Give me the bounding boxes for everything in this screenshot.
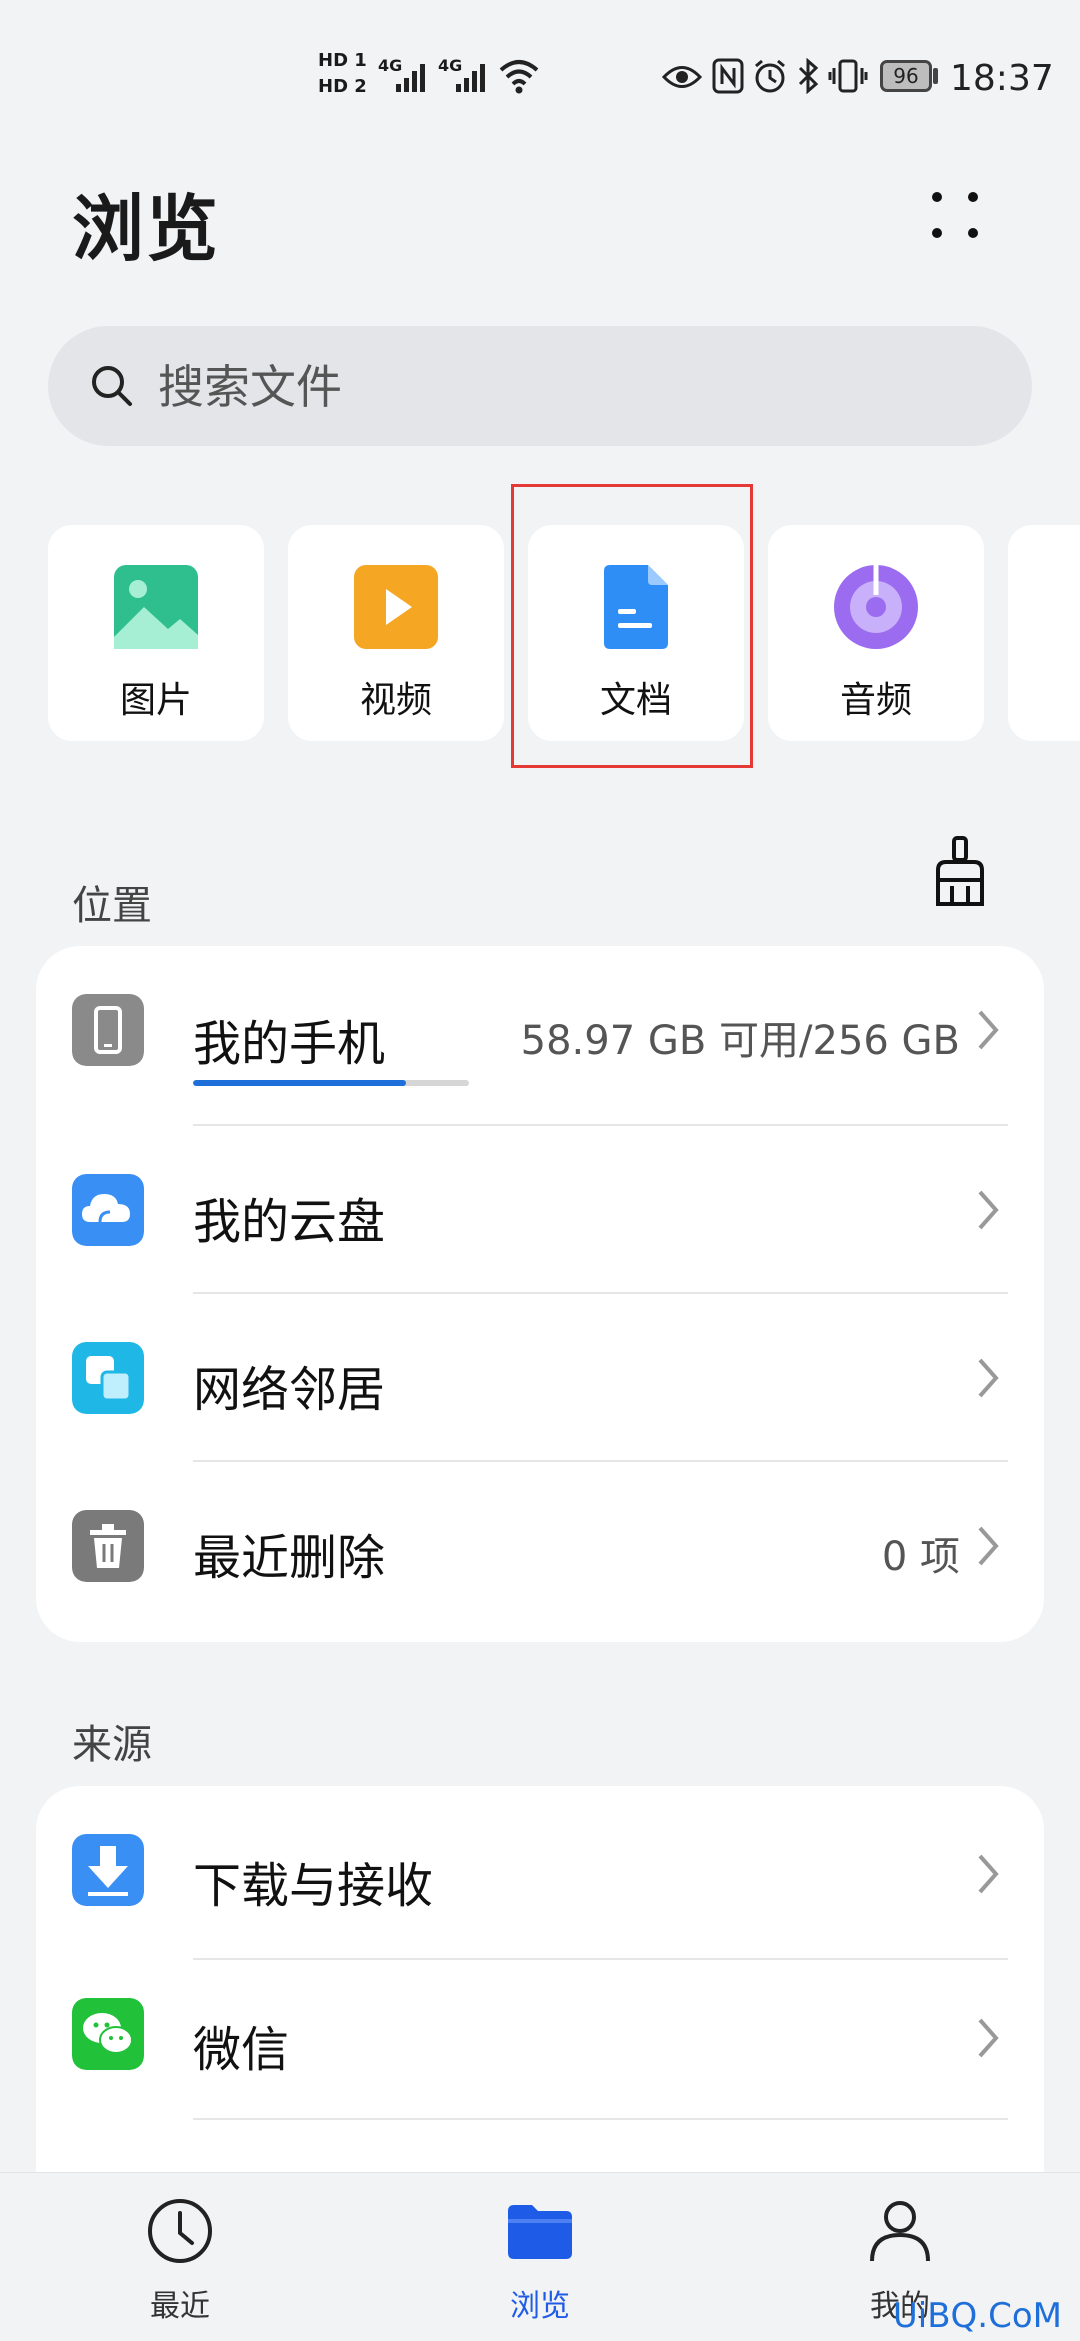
location-recently-deleted[interactable]: 最近删除 0 项 bbox=[36, 1462, 1044, 1630]
nav-browse[interactable]: 浏览 bbox=[420, 2173, 660, 2341]
person-icon bbox=[870, 2201, 930, 2262]
download-icon bbox=[72, 1834, 144, 1906]
bluetooth-icon bbox=[798, 58, 819, 94]
source-section-title: 来源 bbox=[72, 1722, 152, 1768]
search-icon bbox=[92, 366, 132, 406]
clock: 18:37 bbox=[950, 58, 1054, 99]
source-wechat[interactable]: 微信 bbox=[36, 1950, 1044, 2118]
video-icon bbox=[354, 565, 438, 649]
chevron-right-icon bbox=[978, 1190, 999, 1230]
category-label: 图片 bbox=[119, 680, 192, 721]
sim1-label: HD 1 bbox=[318, 50, 367, 71]
category-label: 文档 bbox=[599, 680, 672, 721]
storage-value: 58.97 GB 可用/256 GB bbox=[520, 1018, 960, 1064]
deleted-count: 0 项 bbox=[881, 1534, 960, 1580]
eye-icon bbox=[662, 66, 702, 88]
nav-label: 最近 bbox=[150, 2289, 210, 2324]
category-label: 音频 bbox=[839, 680, 912, 721]
location-section-title: 位置 bbox=[72, 883, 152, 929]
chevron-right-icon bbox=[978, 1854, 999, 1894]
broom-icon[interactable] bbox=[932, 836, 988, 908]
category-audio[interactable]: 音频 bbox=[768, 525, 984, 741]
category-images[interactable]: 图片 bbox=[48, 525, 264, 741]
search-input[interactable] bbox=[156, 356, 980, 418]
more-icon bbox=[932, 192, 942, 202]
status-bar: HD 1 HD 2 4G 4G 96 18:37 bbox=[0, 0, 1080, 150]
row-label: 网络邻居 bbox=[193, 1362, 386, 1418]
audio-icon bbox=[834, 565, 918, 649]
row-label: 我的手机 bbox=[193, 1016, 386, 1072]
image-icon bbox=[114, 565, 198, 649]
trash-icon bbox=[72, 1510, 144, 1582]
location-my-phone[interactable]: 我的手机 58.97 GB 可用/256 GB bbox=[36, 946, 1044, 1114]
location-card: 我的手机 58.97 GB 可用/256 GB 我的云盘 网络邻居 最近删除 0… bbox=[36, 946, 1044, 1642]
location-network-neighbors[interactable]: 网络邻居 bbox=[36, 1294, 1044, 1462]
wechat-icon bbox=[72, 1998, 144, 2070]
page-title: 浏览 bbox=[72, 187, 221, 271]
source-downloads[interactable]: 下载与接收 bbox=[36, 1786, 1044, 1954]
battery-level: 96 bbox=[893, 64, 919, 88]
row-label: 微信 bbox=[193, 2022, 290, 2078]
folder-icon bbox=[508, 2205, 572, 2259]
sim-indicators: HD 1 HD 2 bbox=[318, 48, 368, 100]
search-bar[interactable] bbox=[48, 326, 1032, 446]
signal-icon bbox=[396, 64, 425, 92]
battery-tip bbox=[933, 68, 938, 84]
more-icon-dot bbox=[932, 228, 942, 238]
nav-recent[interactable]: 最近 bbox=[60, 2173, 300, 2341]
category-more-partial[interactable] bbox=[1008, 525, 1080, 741]
battery-icon: 96 bbox=[880, 60, 932, 92]
chevron-right-icon bbox=[978, 1010, 999, 1050]
more-icon-dot bbox=[968, 228, 978, 238]
nav-label: 浏览 bbox=[510, 2289, 570, 2324]
chevron-right-icon bbox=[978, 2018, 999, 2058]
network-icon bbox=[72, 1342, 144, 1414]
row-label: 下载与接收 bbox=[193, 1858, 434, 1914]
document-icon bbox=[604, 565, 668, 649]
clock-icon bbox=[148, 2199, 212, 2263]
signal-icon-2 bbox=[456, 64, 485, 92]
row-label: 我的云盘 bbox=[193, 1194, 386, 1250]
wifi-icon bbox=[499, 60, 539, 94]
storage-progress-bar bbox=[193, 1080, 469, 1086]
chevron-right-icon bbox=[978, 1526, 999, 1566]
storage-progress-fill bbox=[193, 1080, 406, 1086]
category-documents[interactable]: 文档 bbox=[528, 525, 744, 741]
watermark-text: UiBQ.CoM bbox=[892, 2296, 1062, 2336]
location-my-cloud[interactable]: 我的云盘 bbox=[36, 1126, 1044, 1294]
chevron-right-icon bbox=[978, 1358, 999, 1398]
more-options-button[interactable] bbox=[920, 180, 990, 250]
alarm-icon bbox=[755, 59, 785, 93]
phone-icon bbox=[72, 994, 144, 1066]
sim2-label: HD 2 bbox=[318, 76, 367, 97]
category-label: 视频 bbox=[359, 680, 432, 721]
cloud-icon bbox=[72, 1174, 144, 1246]
nfc-icon bbox=[712, 58, 744, 94]
more-icon-dot bbox=[968, 192, 978, 202]
vibrate-icon bbox=[828, 59, 868, 93]
category-videos[interactable]: 视频 bbox=[288, 525, 504, 741]
row-label: 最近删除 bbox=[193, 1530, 386, 1586]
divider bbox=[193, 2118, 1008, 2120]
